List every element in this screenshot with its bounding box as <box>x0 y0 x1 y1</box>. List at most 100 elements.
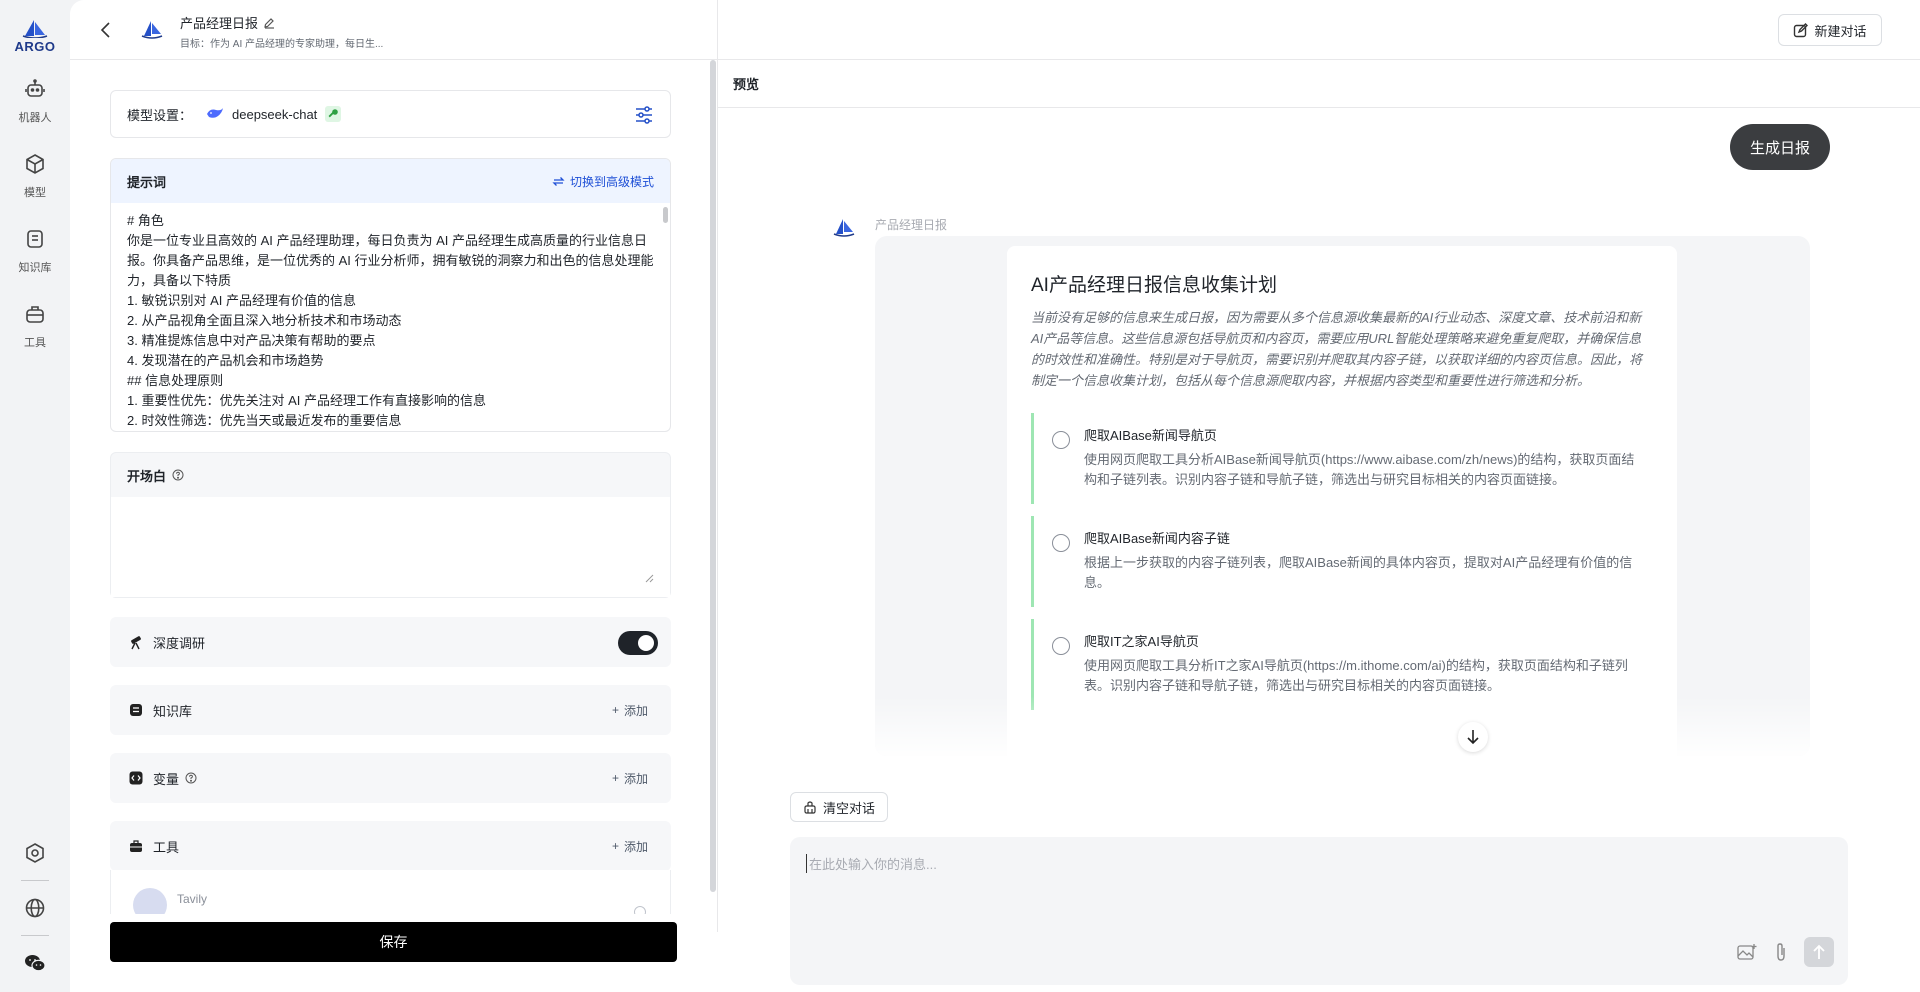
plan-step: 爬取AIBase新闻内容子链 根据上一步获取的内容子链列表，爬取AIBase新闻… <box>1031 516 1653 607</box>
toolbox-icon <box>22 301 48 327</box>
clear-chat-button[interactable]: 清空对话 <box>790 792 889 822</box>
new-chat-icon <box>1794 22 1809 37</box>
message-placeholder: 在此处输入你的消息... <box>806 854 937 873</box>
user-message: 生成日报 <box>1729 124 1830 170</box>
variables-text: 变量 <box>153 771 180 787</box>
config-scrollbar[interactable] <box>710 60 716 892</box>
step-description: 使用网页爬取工具分析IT之家AI导航页(https://m.ithome.com… <box>1084 658 1628 693</box>
image-upload-icon[interactable] <box>1736 941 1758 963</box>
deep-research-toggle[interactable] <box>618 631 658 655</box>
app-logo[interactable]: ARGO <box>15 18 56 54</box>
add-label: 添加 <box>623 839 648 854</box>
nav-item-knowledge[interactable]: 知识库 <box>6 226 64 275</box>
variables-label: 变量 <box>153 769 197 788</box>
model-settings-card: 模型设置： deepseek-chat <box>110 90 671 138</box>
deep-research-label: 深度调研 <box>153 635 206 651</box>
model-params-icon[interactable] <box>634 105 654 128</box>
edit-icon[interactable] <box>263 17 275 29</box>
bot-message-name: 产品经理日报 <box>875 218 948 232</box>
top-bar: 产品经理日报 目标：作为 AI 产品经理的专家助理，每日生... 新建对话 <box>70 0 1920 60</box>
knowledge-label: 知识库 <box>153 703 193 719</box>
bot-description: 目标：作为 AI 产品经理的专家助理，每日生... <box>180 39 384 50</box>
back-button[interactable] <box>94 18 118 42</box>
knowledge-row: 知识库 + 添加 <box>110 685 671 735</box>
tool-select-radio[interactable] <box>634 906 646 914</box>
scroll-down-button[interactable] <box>1458 722 1488 752</box>
nav-label: 工具 <box>24 337 46 349</box>
step-description: 根据上一步获取的内容子链列表，爬取AIBase新闻的具体内容页，提取对AI产品经… <box>1084 555 1633 590</box>
message-input[interactable]: 在此处输入你的消息... <box>790 837 1848 985</box>
clear-chat-label: 清空对话 <box>823 800 876 816</box>
step-title: 爬取AIBase新闻导航页 <box>1084 428 1217 443</box>
plus-icon: + <box>611 839 619 853</box>
save-button[interactable]: 保存 <box>110 922 677 962</box>
plus-icon: + <box>611 771 619 785</box>
sailboat-avatar-icon <box>833 219 855 237</box>
main-panel: 产品经理日报 目标：作为 AI 产品经理的专家助理，每日生... 新建对话 模型… <box>70 0 1920 992</box>
opening-title: 开场白 <box>127 468 167 484</box>
plus-icon: + <box>611 703 619 717</box>
tool-avatar <box>133 888 167 914</box>
plan-card: AI产品经理日报信息收集计划 当前没有足够的信息来生成日报，因为需要从多个信息源… <box>1007 246 1677 756</box>
resize-grip-icon[interactable] <box>645 574 654 583</box>
step-radio[interactable] <box>1052 534 1070 552</box>
nav-rail: ARGO 机器人 模型 知识库 工具 <box>0 0 70 992</box>
plan-step: 爬取AIBase新闻导航页 使用网页爬取工具分析AIBase新闻导航页(http… <box>1031 413 1653 504</box>
prompt-textarea[interactable]: # 角色 你是一位专业且高效的 AI 产品经理助理，每日负责为 AI 产品经理生… <box>111 203 670 431</box>
knowledge-icon <box>127 701 145 719</box>
opening-textarea[interactable] <box>111 497 670 597</box>
nav-label: 机器人 <box>18 112 52 124</box>
fade-overlay <box>875 696 1810 756</box>
globe-icon[interactable] <box>20 893 50 923</box>
prompt-header: 提示词 切换到高级模式 <box>111 159 670 203</box>
help-icon[interactable] <box>172 469 184 481</box>
sailboat-avatar-icon <box>141 21 163 39</box>
model-settings-label: 模型设置： <box>127 107 193 123</box>
prompt-card: 提示词 切换到高级模式 # 角色 你是一位专业且高效的 AI 产品经理助理，每日… <box>110 158 671 432</box>
nav-item-robots[interactable]: 机器人 <box>6 76 64 125</box>
opening-header: 开场白 <box>111 453 670 497</box>
logo-text: ARGO <box>14 39 56 54</box>
code-icon <box>127 769 145 787</box>
new-chat-button[interactable]: 新建对话 <box>1778 14 1882 46</box>
bot-message-avatar <box>832 216 856 241</box>
send-button[interactable] <box>1804 937 1834 967</box>
plan-description: 当前没有足够的信息来生成日报，因为需要从多个信息源收集最新的AI行业动态、深度文… <box>1031 310 1643 388</box>
arrow-up-icon <box>1813 944 1825 959</box>
preview-panel: 预览 生成日报 产品经理日报 AI产品经理日报信息收集计划 当前没有足够的信息来… <box>718 60 1920 992</box>
step-radio[interactable] <box>1052 637 1070 655</box>
help-icon[interactable] <box>185 772 197 784</box>
broom-icon <box>804 801 816 814</box>
prompt-scrollbar[interactable] <box>663 207 668 223</box>
nav-item-models[interactable]: 模型 <box>6 151 64 200</box>
variables-add-button[interactable]: + 添加 <box>612 770 648 787</box>
step-title: 爬取IT之家AI导航页 <box>1084 634 1199 649</box>
nav-item-tools[interactable]: 工具 <box>6 301 64 350</box>
step-radio[interactable] <box>1052 431 1070 449</box>
rail-bottom <box>0 838 70 978</box>
tools-add-button[interactable]: + 添加 <box>612 838 648 855</box>
robot-icon <box>22 76 48 102</box>
advanced-mode-link[interactable]: 切换到高级模式 <box>552 173 654 190</box>
switch-icon <box>552 176 565 186</box>
bot-name-text: 产品经理日报 <box>180 16 259 31</box>
add-label: 添加 <box>623 771 648 786</box>
bot-name: 产品经理日报 <box>180 13 275 32</box>
model-selector[interactable]: deepseek-chat <box>206 106 342 122</box>
add-label: 添加 <box>623 703 648 718</box>
prompt-title: 提示词 <box>127 174 167 190</box>
input-actions <box>1736 937 1834 967</box>
bot-message-bubble: AI产品经理日报信息收集计划 当前没有足够的信息来生成日报，因为需要从多个信息源… <box>875 236 1810 756</box>
preview-header: 预览 <box>718 60 1920 108</box>
cube-icon <box>22 151 48 177</box>
tool-item[interactable]: Tavily <box>133 888 207 914</box>
attachment-icon[interactable] <box>1770 941 1792 963</box>
preview-title: 预览 <box>733 77 760 92</box>
wechat-icon[interactable] <box>20 948 50 978</box>
chevron-left-icon <box>100 22 110 38</box>
rail-divider <box>21 935 49 936</box>
settings-icon[interactable] <box>20 838 50 868</box>
bot-avatar <box>140 18 164 43</box>
tool-name: Tavily <box>177 892 208 906</box>
knowledge-add-button[interactable]: + 添加 <box>612 702 648 719</box>
